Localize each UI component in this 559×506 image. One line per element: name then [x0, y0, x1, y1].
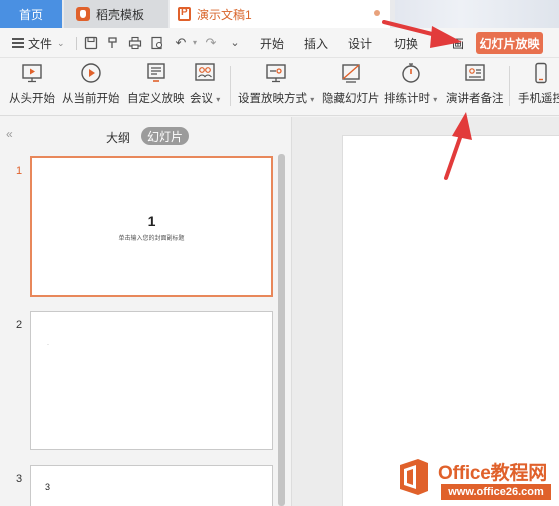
menu-transition[interactable]: 切换 [394, 28, 418, 58]
redo-icon[interactable]: ↷ [204, 36, 218, 50]
play-from-start-icon [22, 64, 42, 83]
slide-number: 3 [16, 473, 23, 485]
hide-slide-button[interactable]: 隐藏幻灯片 [322, 62, 380, 112]
menu-animation[interactable]: 画 [452, 28, 464, 58]
undo-icon[interactable]: ↶ [174, 36, 188, 50]
meeting-icon [195, 63, 215, 81]
meeting-button[interactable]: 会议 ▾ [190, 62, 220, 112]
print-icon[interactable] [128, 36, 142, 50]
meeting-label: 会议 ▾ [190, 93, 221, 105]
slide-thumbnail-subtitle: 单击输入您的封面副标题 [118, 236, 185, 242]
undo-dropdown-icon[interactable]: ▾ [188, 36, 202, 50]
rehearse-label: 排练计时 ▾ [384, 93, 438, 105]
menu-animation-label: 画 [452, 36, 465, 51]
menu-design-label: 设计 [348, 36, 373, 51]
tab-slides[interactable]: 幻灯片 [141, 127, 189, 145]
watermark-title: Office教程网 [438, 463, 548, 484]
tab-slides-label: 幻灯片 [146, 129, 183, 144]
format-painter-icon[interactable] [106, 36, 120, 50]
menu-transition-label: 切换 [394, 36, 419, 51]
presentation-icon [178, 7, 191, 21]
slides-panel: « 大纲 幻灯片 1 1 单击输入您的封面副标题 2 · 3 3 [0, 117, 292, 506]
presenter-notes-icon [465, 64, 485, 81]
setup-show-icon [266, 64, 286, 83]
slide-editor-canvas [292, 117, 559, 506]
watermark: Office教程网 www.office26.com [394, 453, 559, 506]
ribbon-divider [509, 66, 510, 106]
menu-start[interactable]: 开始 [260, 28, 284, 58]
current-slide[interactable] [342, 135, 559, 506]
menu-design[interactable]: 设计 [348, 28, 372, 58]
play-circle-icon [81, 63, 101, 83]
tab-bar: 首页 稻壳模板 演示文稿1 [0, 0, 559, 28]
slide-thumbnail-2[interactable]: · [30, 311, 273, 450]
hamburger-icon [12, 38, 24, 48]
slide-thumbnail-1[interactable]: 1 单击输入您的封面副标题 [30, 156, 273, 297]
customize-chevron-icon[interactable]: ⌄ [228, 36, 242, 50]
slide-number: 2 [16, 319, 23, 331]
slide-thumbnail-3[interactable]: 3 [30, 465, 273, 506]
menu-insert[interactable]: 插入 [304, 28, 328, 58]
menu-insert-label: 插入 [304, 36, 329, 51]
tab-document-label: 演示文稿1 [197, 7, 252, 22]
slide-thumbnail-content: · [47, 342, 49, 348]
collapse-panel-icon[interactable]: « [6, 127, 13, 141]
presenter-notes-label: 演讲者备注 [446, 93, 504, 105]
from-current-button[interactable]: 从当前开始 [62, 62, 120, 112]
phone-remote-label: 手机遥控 [518, 93, 559, 105]
menu-start-label: 开始 [260, 36, 285, 51]
tab-document[interactable]: 演示文稿1 [170, 0, 390, 28]
setup-show-button[interactable]: 设置放映方式 ▾ [238, 62, 314, 112]
ribbon-toolbar: 从头开始 从当前开始 自定义放映 会议 ▾ 设置放映方式 ▾ 隐藏幻灯片 排练计… [0, 58, 559, 116]
chevron-down-icon: ⌄ [57, 37, 65, 48]
hide-slide-icon [342, 64, 360, 83]
ribbon-divider [230, 66, 231, 106]
file-menu[interactable]: 文件 ⌄ [12, 28, 65, 58]
save-icon[interactable] [84, 36, 98, 50]
from-start-label: 从头开始 [9, 93, 55, 105]
tab-templates[interactable]: 稻壳模板 [64, 0, 168, 28]
menu-slideshow-label: 幻灯片放映 [479, 36, 540, 51]
divider [76, 37, 77, 50]
tab-bar-blurred-area [395, 0, 559, 28]
tab-templates-label: 稻壳模板 [96, 7, 145, 22]
tab-home-label: 首页 [18, 7, 43, 22]
hide-slide-label: 隐藏幻灯片 [322, 93, 380, 105]
print-preview-icon[interactable] [150, 36, 164, 50]
rehearse-button[interactable]: 排练计时 ▾ [384, 62, 437, 112]
docer-logo-icon [76, 7, 90, 21]
stopwatch-icon [401, 63, 420, 83]
from-current-label: 从当前开始 [62, 93, 120, 105]
custom-show-icon [147, 63, 165, 82]
from-start-button[interactable]: 从头开始 [9, 62, 55, 112]
file-menu-label: 文件 [28, 36, 53, 51]
custom-show-button[interactable]: 自定义放映 [127, 62, 185, 112]
custom-show-label: 自定义放映 [127, 93, 185, 105]
setup-show-label: 设置放映方式 ▾ [238, 93, 315, 105]
slide-thumbnail-content: 3 [45, 482, 51, 492]
slide-thumbnail-title: 1 [147, 213, 156, 229]
presenter-notes-button[interactable]: 演讲者备注 [446, 62, 504, 112]
office-logo-icon [400, 459, 428, 495]
tab-home[interactable]: 首页 [0, 0, 62, 28]
panel-scrollbar[interactable] [278, 154, 285, 506]
unsaved-dot-icon [374, 10, 380, 16]
phone-remote-button[interactable]: 手机遥控 [518, 62, 559, 112]
phone-icon [535, 62, 547, 84]
tab-outline[interactable]: 大纲 [106, 129, 130, 146]
slide-number: 1 [16, 165, 23, 177]
menu-slideshow[interactable]: 幻灯片放映 [476, 32, 543, 54]
watermark-url: www.office26.com [441, 484, 551, 500]
